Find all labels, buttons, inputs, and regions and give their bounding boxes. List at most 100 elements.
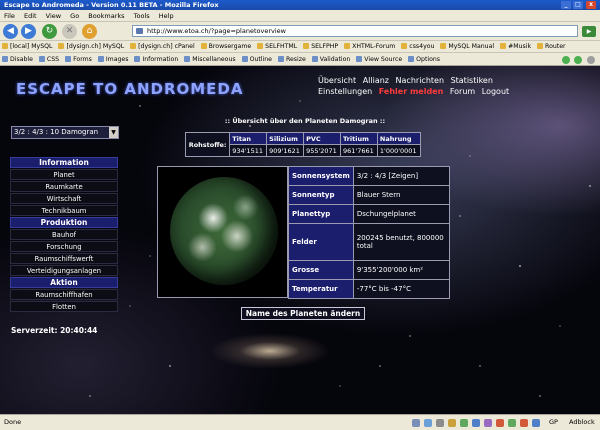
url-input[interactable]: http://www.etoa.ch/?page=planetoverview bbox=[132, 25, 578, 37]
web-developer-toolbar: Disable CSS Forms Images Information Mis… bbox=[0, 53, 600, 66]
status-icon[interactable] bbox=[460, 419, 468, 427]
sidebar-item-raumschiffhafen[interactable]: Raumschiffhafen bbox=[10, 289, 118, 300]
sidebar-item-wirtschaft[interactable]: Wirtschaft bbox=[10, 193, 118, 204]
resource-value: 934'1511 bbox=[229, 144, 268, 157]
bookmark-item[interactable]: Browsergame bbox=[200, 41, 251, 52]
bookmark-item[interactable]: XHTML-Forum bbox=[344, 41, 395, 52]
bookmark-item[interactable]: SELFHTML bbox=[257, 41, 297, 52]
page-viewport: ESCAPE TO ANDROMEDA Übersicht Allianz Na… bbox=[0, 66, 600, 414]
bookmark-icon bbox=[2, 43, 8, 49]
adblock-button[interactable]: Adblock bbox=[569, 415, 595, 430]
devtool-validation[interactable]: Validation bbox=[311, 53, 350, 65]
sidebar-item-raumkarte[interactable]: Raumkarte bbox=[10, 181, 118, 192]
menu-go[interactable]: Go bbox=[70, 12, 79, 20]
status-icon[interactable] bbox=[436, 419, 444, 427]
home-icon[interactable]: ⌂ bbox=[82, 24, 97, 39]
menu-bar: File Edit View Go Bookmarks Tools Help bbox=[0, 10, 600, 22]
devtool-css[interactable]: CSS bbox=[38, 53, 59, 65]
devtool-information[interactable]: Information bbox=[134, 53, 178, 65]
bookmark-item[interactable]: [local] MySQL bbox=[2, 41, 52, 52]
devtool-outline[interactable]: Outline bbox=[241, 53, 272, 65]
sidebar-item-planet[interactable]: Planet bbox=[10, 169, 118, 180]
info-solar-system[interactable]: 3/2 : 4/3 [Zeigen] bbox=[352, 166, 451, 186]
forward-icon[interactable]: ▶ bbox=[21, 24, 36, 39]
back-icon[interactable]: ◀ bbox=[3, 24, 18, 39]
stop-icon[interactable]: ✕ bbox=[62, 24, 77, 39]
status-icon[interactable] bbox=[448, 419, 456, 427]
bookmark-icon bbox=[440, 43, 447, 49]
gp-indicator[interactable]: GP bbox=[549, 415, 558, 430]
game-logo[interactable]: ESCAPE TO ANDROMEDA bbox=[16, 80, 243, 98]
planet-select-value: 3/2 : 4/3 : 10 Damogran bbox=[14, 128, 99, 136]
status-icon[interactable] bbox=[520, 419, 528, 427]
status-icon[interactable] bbox=[472, 419, 480, 427]
resources-label: Rohstoffe: bbox=[184, 132, 231, 157]
sidebar-item-bauhof[interactable]: Bauhof bbox=[10, 229, 118, 240]
bookmark-icon bbox=[58, 43, 65, 49]
devtool-resize[interactable]: Resize bbox=[277, 53, 306, 65]
bookmark-item[interactable]: Router bbox=[537, 41, 566, 52]
reload-icon[interactable]: ↻ bbox=[42, 24, 57, 39]
status-icon[interactable] bbox=[484, 419, 492, 427]
planet-info-table: Sonnensystem 3/2 : 4/3 [Zeigen] Sonnenty… bbox=[288, 166, 451, 299]
devtool-disable[interactable]: Disable bbox=[2, 53, 33, 65]
sidebar-heading-produktion: Produktion bbox=[10, 217, 118, 228]
close-button[interactable]: x bbox=[586, 1, 596, 9]
menu-tools[interactable]: Tools bbox=[134, 12, 150, 20]
sidebar-item-raumschiffswerft[interactable]: Raumschiffswerft bbox=[10, 253, 118, 264]
nav-allianz[interactable]: Allianz bbox=[363, 76, 389, 85]
nav-einstellungen[interactable]: Einstellungen bbox=[318, 87, 372, 96]
bookmark-item[interactable]: css4you bbox=[401, 41, 434, 52]
devtool-miscellaneous[interactable]: Miscellaneous bbox=[184, 53, 236, 65]
menu-bookmarks[interactable]: Bookmarks bbox=[88, 12, 124, 20]
sidebar-item-verteidigungsanlagen[interactable]: Verteidigungsanlagen bbox=[10, 265, 118, 276]
sidebar-item-forschung[interactable]: Forschung bbox=[10, 241, 118, 252]
status-icon[interactable] bbox=[412, 419, 420, 427]
menu-file[interactable]: File bbox=[4, 12, 15, 20]
info-key: Sonnentyp bbox=[288, 185, 354, 205]
info-value: 9'355'200'000 km² bbox=[352, 260, 451, 280]
bookmark-item[interactable]: SELFPHP bbox=[303, 41, 338, 52]
miscellaneous-icon bbox=[184, 56, 191, 62]
nav-fehler-melden[interactable]: Fehler melden bbox=[379, 87, 444, 96]
menu-view[interactable]: View bbox=[46, 12, 61, 20]
minimize-button[interactable]: _ bbox=[561, 1, 571, 9]
bookmark-item[interactable]: [dysign.ch] cPanel bbox=[130, 41, 195, 52]
bookmark-icon bbox=[344, 43, 351, 49]
menu-edit[interactable]: Edit bbox=[24, 12, 37, 20]
maximize-button[interactable]: □ bbox=[573, 1, 583, 9]
sidebar-item-technikbaum[interactable]: Technikbaum bbox=[10, 205, 118, 216]
nav-logout[interactable]: Logout bbox=[482, 87, 509, 96]
js-status-icon bbox=[587, 56, 595, 64]
info-value: -77°C bis -47°C bbox=[352, 279, 451, 299]
info-value: Dschungelplanet bbox=[352, 204, 451, 224]
bookmark-icon bbox=[303, 43, 310, 49]
bookmark-item[interactable]: #Musik bbox=[500, 41, 531, 52]
forms-icon bbox=[65, 56, 72, 62]
status-icon[interactable] bbox=[508, 419, 516, 427]
info-value: 200245 benutzt, 800000 total bbox=[352, 223, 451, 261]
planet-select[interactable]: 3/2 : 4/3 : 10 Damogran ▼ bbox=[11, 126, 119, 139]
status-icon[interactable] bbox=[532, 419, 540, 427]
devtool-forms[interactable]: Forms bbox=[65, 53, 92, 65]
options-icon bbox=[408, 56, 415, 62]
menu-help[interactable]: Help bbox=[159, 12, 174, 20]
info-key: Grosse bbox=[288, 260, 354, 280]
devtool-view-source[interactable]: View Source bbox=[356, 53, 402, 65]
bookmark-icon bbox=[257, 43, 264, 49]
bookmark-item[interactable]: [dysign.ch] MySQL bbox=[58, 41, 124, 52]
go-button[interactable]: ▶ bbox=[582, 26, 596, 37]
devtool-options[interactable]: Options bbox=[408, 53, 440, 65]
rename-planet-button[interactable]: Name des Planeten ändern bbox=[241, 307, 365, 320]
status-icon[interactable] bbox=[424, 419, 432, 427]
bookmark-icon bbox=[200, 43, 207, 49]
nav-forum[interactable]: Forum bbox=[450, 87, 475, 96]
status-icon[interactable] bbox=[496, 419, 504, 427]
devtool-images[interactable]: Images bbox=[97, 53, 128, 65]
nav-uebersicht[interactable]: Übersicht bbox=[318, 76, 356, 85]
sidebar-item-flotten[interactable]: Flotten bbox=[10, 301, 118, 312]
nav-nachrichten[interactable]: Nachrichten bbox=[396, 76, 444, 85]
dropdown-arrow-icon[interactable]: ▼ bbox=[109, 127, 118, 138]
bookmark-item[interactable]: MySQL Manual bbox=[440, 41, 494, 52]
nav-statistiken[interactable]: Statistiken bbox=[451, 76, 493, 85]
